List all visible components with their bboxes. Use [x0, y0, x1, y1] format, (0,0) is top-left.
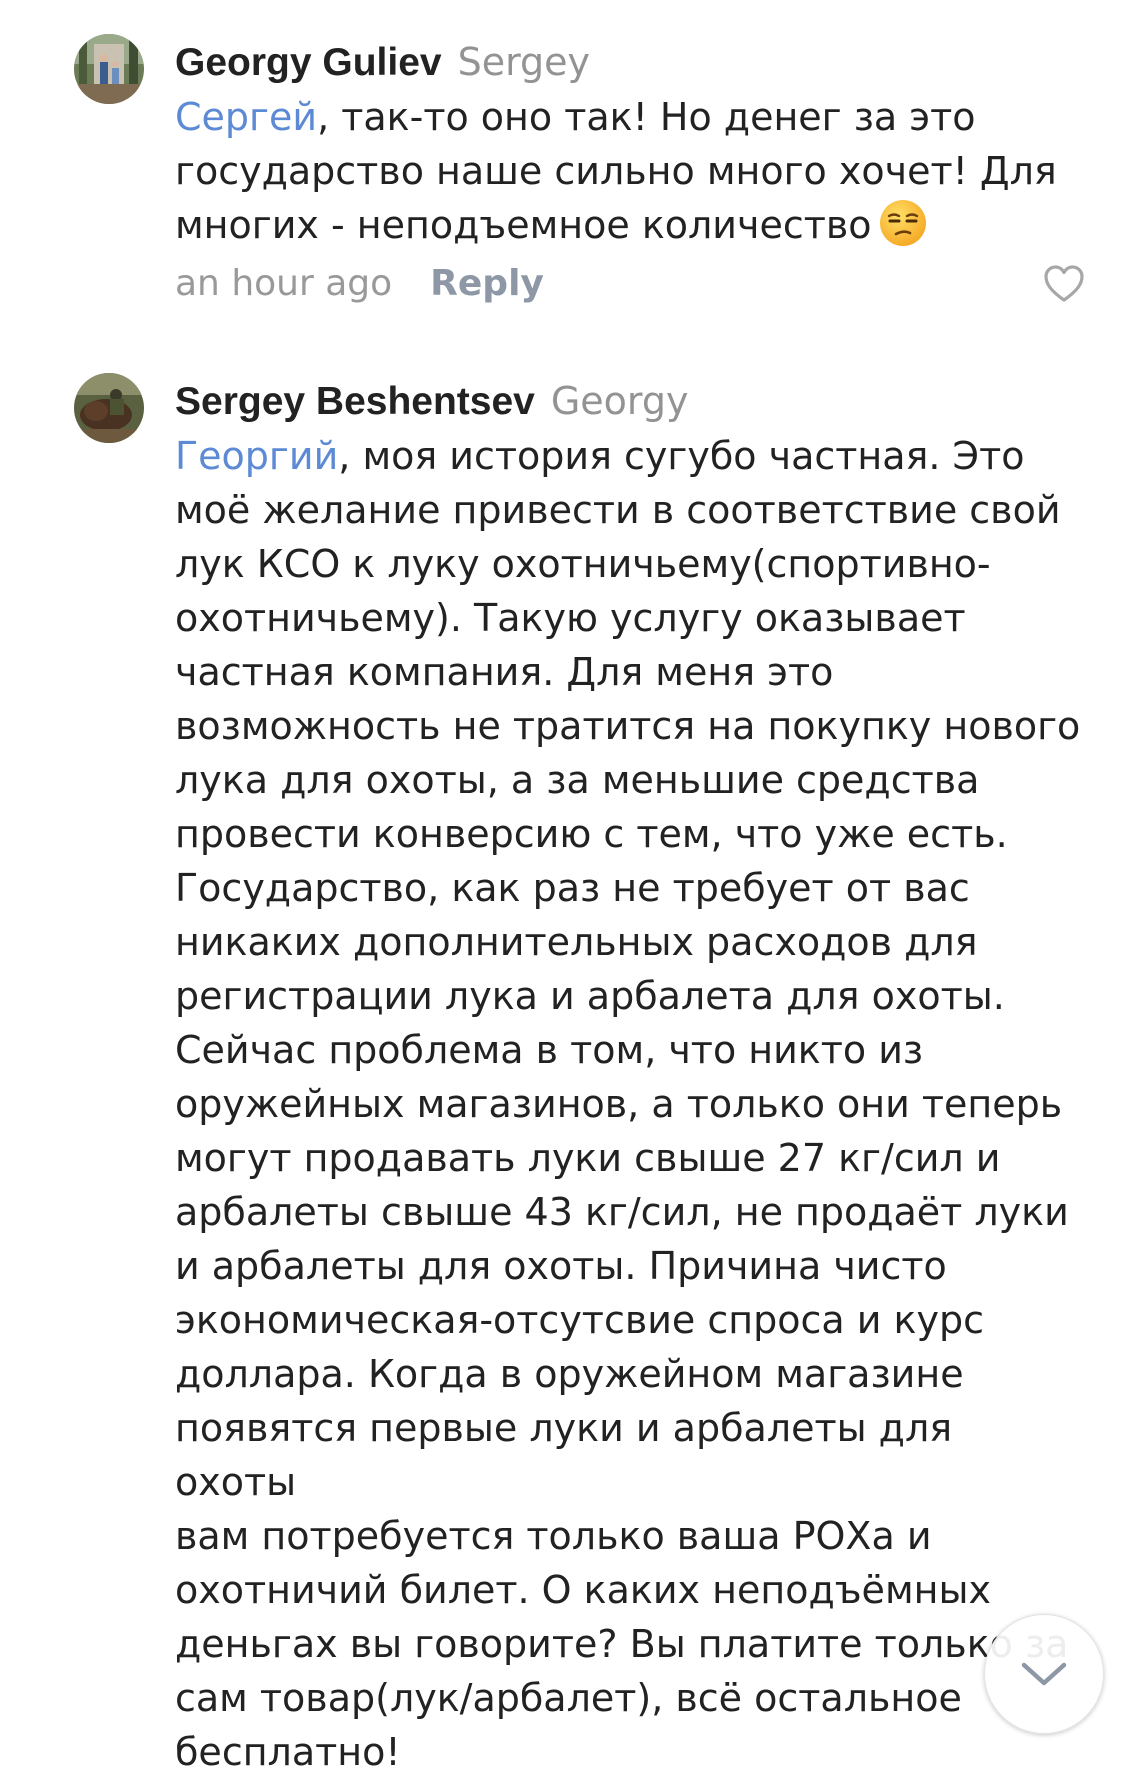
- author-name[interactable]: Georgy Guliev: [175, 41, 442, 84]
- text-line: доллара. Когда в оружейном магазине: [175, 1352, 964, 1396]
- text-line: Государство, как раз не требует от вас: [175, 866, 970, 910]
- avatar-photo: [74, 373, 144, 443]
- text-line: Сейчас проблема в том, что никто из: [175, 1028, 924, 1072]
- text-line: могут продавать луки свыше 27 кг/сил и: [175, 1136, 1001, 1180]
- text-line: бесплатно!: [175, 1730, 401, 1774]
- text-line: лук КСО к луку охотничьему(спортивно-: [175, 542, 991, 586]
- text-line: частная компания. Для меня это: [175, 650, 834, 694]
- text-line: провести конверсию с тем, что уже есть.: [175, 812, 1008, 856]
- text-line: , моя история сугубо частная. Это: [338, 434, 1025, 478]
- text-line: охотничий билет. О каких неподъёмных: [175, 1568, 991, 1612]
- comment-text: Сергей, так-то оно так! Но денег за это …: [175, 90, 1085, 252]
- text-line: , так-то оно так! Но денег за это: [317, 95, 976, 139]
- text-line: многих - неподъемное количество: [175, 203, 872, 247]
- comment-header: Sergey Beshentsev Georgy: [175, 373, 1085, 429]
- avatar[interactable]: [74, 34, 144, 104]
- text-line: вам потребуется только ваша РОХа и: [175, 1514, 932, 1558]
- scroll-down-button[interactable]: [984, 1614, 1104, 1734]
- reply-to-name[interactable]: Georgy: [551, 379, 689, 423]
- text-line: деньгах вы говорите? Вы платите только з…: [175, 1622, 1069, 1666]
- author-name[interactable]: Sergey Beshentsev: [175, 380, 535, 423]
- timestamp: an hour ago: [175, 263, 393, 304]
- text-line: возможность не тратится на покупку новог…: [175, 704, 1081, 748]
- text-line: лука для охоты, а за меньшие средства: [175, 758, 980, 802]
- text-line: и арбалеты для охоты. Причина чисто: [175, 1244, 947, 1288]
- mention-link[interactable]: Георгий: [175, 434, 338, 478]
- reply-button[interactable]: Reply: [430, 263, 544, 304]
- text-line: экономическая-отсутсвие спроса и курс: [175, 1298, 984, 1342]
- text-line: регистрации лука и арбалета для охоты.: [175, 974, 1005, 1018]
- mention-link[interactable]: Сергей: [175, 95, 317, 139]
- text-line: сам товар(лук/арбалет), всё остальное: [175, 1676, 962, 1720]
- text-line: государство наше сильно много хочет! Для: [175, 149, 1057, 193]
- unamused-face-emoji-icon: [879, 200, 926, 246]
- reply-to-name[interactable]: Sergey: [458, 40, 590, 84]
- comment-meta: an hour ago Reply: [175, 254, 1085, 314]
- chevron-down-icon: [1021, 1662, 1067, 1686]
- avatar-photo: [74, 34, 144, 104]
- text-line: оружейных магазинов, а только они теперь: [175, 1082, 1063, 1126]
- heart-outline-icon[interactable]: [1043, 264, 1085, 304]
- text-line: никаких дополнительных расходов для: [175, 920, 978, 964]
- text-line: появятся первые луки и арбалеты для охот…: [175, 1406, 953, 1504]
- avatar[interactable]: [74, 373, 144, 443]
- comment-text: Георгий, моя история сугубо частная. Это…: [175, 429, 1085, 1779]
- comment-header: Georgy Guliev Sergey: [175, 34, 1085, 90]
- text-line: моё желание привести в соответствие свой: [175, 488, 1061, 532]
- text-line: арбалеты свыше 43 кг/сил, не продаёт лук…: [175, 1190, 1069, 1234]
- text-line: охотничьему). Такую услугу оказывает: [175, 596, 966, 640]
